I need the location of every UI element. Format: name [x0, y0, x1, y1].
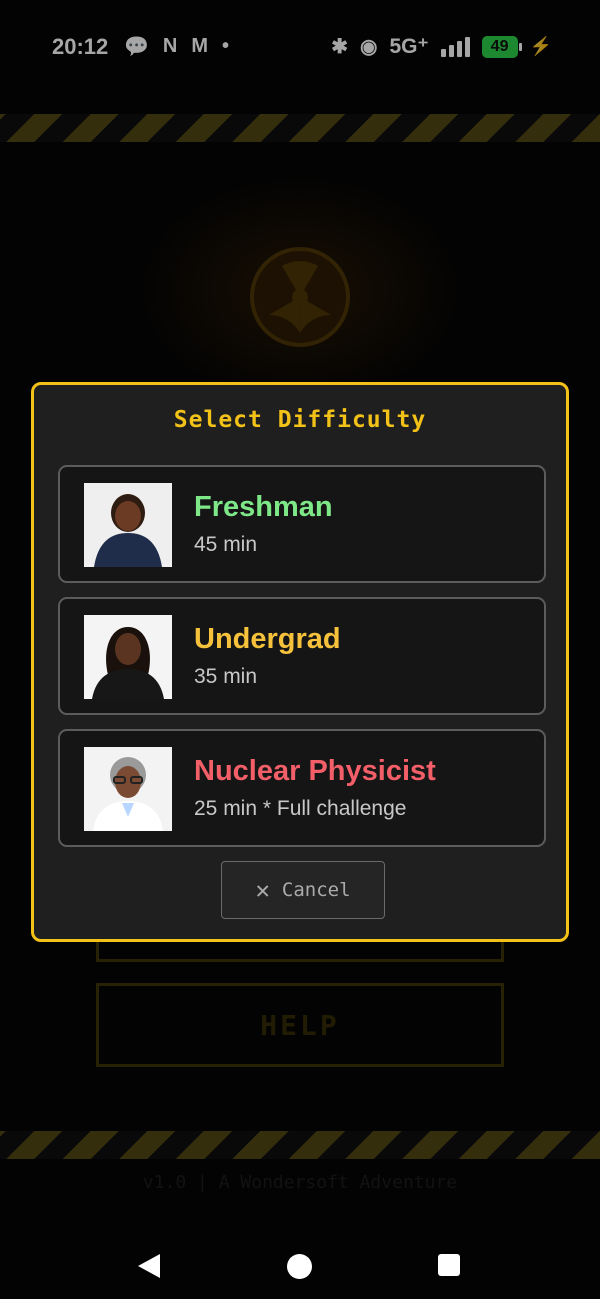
option-title: Freshman	[194, 491, 333, 523]
home-icon[interactable]	[287, 1254, 312, 1279]
undergrad-avatar	[84, 615, 172, 699]
option-duration: 45 min	[194, 533, 258, 556]
option-title: Nuclear Physicist	[194, 755, 436, 787]
option-duration: 35 min	[194, 665, 258, 688]
freshman-avatar	[84, 483, 172, 567]
close-icon: ✕	[255, 876, 270, 904]
difficulty-dialog: Select Difficulty Freshman 45 min Underg…	[31, 382, 569, 942]
cancel-label: Cancel	[281, 879, 351, 901]
option-duration: 25 min * Full challenge	[194, 797, 407, 820]
difficulty-option-undergrad[interactable]: Undergrad 35 min	[58, 597, 546, 715]
android-navigation-bar	[0, 1224, 600, 1299]
option-title: Undergrad	[194, 623, 341, 655]
physicist-avatar	[84, 747, 172, 831]
dialog-title: Select Difficulty	[173, 407, 427, 433]
recent-apps-icon[interactable]	[438, 1254, 460, 1276]
back-icon[interactable]	[138, 1254, 160, 1278]
difficulty-option-freshman[interactable]: Freshman 45 min	[58, 465, 546, 583]
difficulty-option-nuclear-physicist[interactable]: Nuclear Physicist 25 min * Full challeng…	[58, 729, 546, 847]
cancel-button[interactable]: ✕ Cancel	[221, 861, 385, 919]
